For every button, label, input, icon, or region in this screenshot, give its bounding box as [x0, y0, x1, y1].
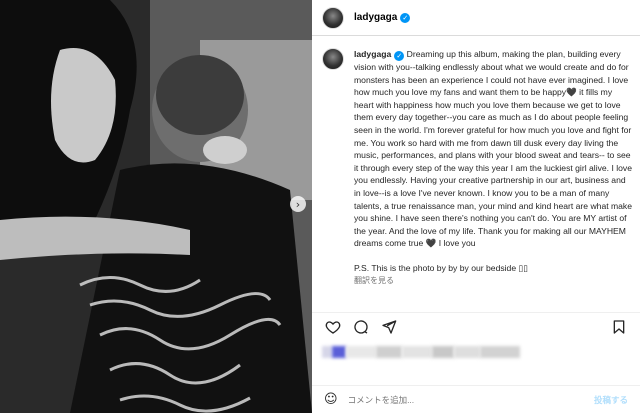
bookmark-icon[interactable] — [610, 318, 628, 336]
caption: ladygaga ✓ Dreaming up this album, making… — [322, 48, 634, 287]
blurred-block — [432, 346, 454, 358]
caption-ps: P.S. This is the photo by by by our beds… — [354, 262, 528, 273]
paper-plane-icon[interactable] — [380, 318, 398, 336]
photo-illustration — [0, 0, 312, 413]
blurred-block — [376, 346, 402, 358]
comment-input[interactable] — [347, 394, 594, 405]
caption-text: Dreaming up this album, making the plan,… — [354, 49, 633, 249]
smiley-icon[interactable]: ☺ — [324, 392, 338, 407]
chevron-right-icon[interactable]: › — [290, 196, 306, 212]
blurred-likes-row — [322, 342, 622, 362]
post-photo[interactable]: › — [0, 0, 312, 413]
blurred-block — [346, 346, 376, 358]
caption-avatar[interactable] — [322, 48, 344, 70]
header-username[interactable]: ladygaga — [354, 12, 397, 23]
verified-badge-icon: ✓ — [394, 51, 405, 61]
blurred-block — [480, 346, 520, 358]
post-button[interactable]: 投稿する — [594, 394, 628, 406]
heart-icon[interactable] — [324, 318, 342, 336]
avatar[interactable] — [322, 6, 344, 29]
action-bar — [312, 312, 640, 340]
translate-link[interactable]: 翻訳を見る — [354, 275, 634, 288]
comment-icon[interactable] — [352, 318, 370, 336]
caption-text-block: ladygaga ✓ Dreaming up this album, making… — [354, 48, 634, 250]
comment-bar: ☺ 投稿する — [312, 385, 640, 413]
post-panel: ladygaga ✓ ladygaga ✓ Dreaming up this al… — [312, 0, 640, 413]
post-header: ladygaga ✓ — [312, 0, 640, 36]
caption-username[interactable]: ladygaga — [354, 49, 391, 59]
blurred-block — [454, 346, 480, 358]
blurred-block — [322, 346, 332, 358]
verified-badge-icon: ✓ — [400, 12, 411, 23]
blurred-block — [402, 346, 432, 358]
blurred-block — [332, 346, 346, 358]
